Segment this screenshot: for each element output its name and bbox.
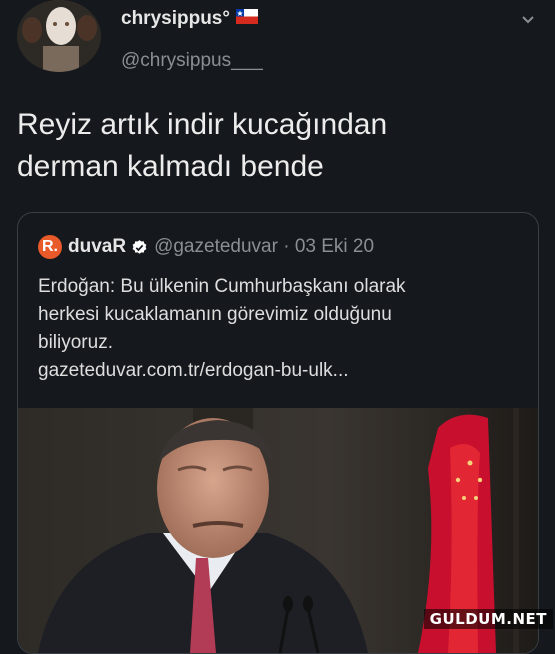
watermark: GULDUM.NET [423, 609, 553, 629]
quoted-text-line: biliyoruz. [38, 332, 113, 353]
quoted-tweet-text: Erdoğan: Bu ülkenin Cumhurbaşkanı olarak… [38, 273, 518, 385]
avatar[interactable] [17, 0, 101, 72]
quoted-handle-date: @gazeteduvar · 03 Eki 20 [154, 236, 375, 257]
quoted-text-line: herkesi kucaklamanın görevimiz olduğunu [38, 304, 392, 325]
tweet-text-line: Reyiz artık indir kucağından [17, 108, 388, 141]
tweet-text: Reyiz artık indir kucağından derman kalm… [17, 104, 537, 188]
quoted-tweet-header: R. duvaR @gazeteduvar · 03 Eki 20 [38, 233, 374, 261]
display-name-text[interactable]: chrysippus° [121, 8, 230, 29]
quoted-display-name: duvaR [68, 236, 127, 257]
chevron-down-icon[interactable] [520, 12, 536, 28]
chile-flag-icon [235, 9, 258, 25]
duvar-logo: R. [38, 235, 62, 259]
display-name[interactable]: chrysippus° [121, 8, 258, 30]
tweet-text-line: derman kalmadı bende [17, 150, 324, 183]
verified-badge-icon [132, 239, 147, 254]
quoted-text-line: Erdoğan: Bu ülkenin Cumhurbaşkanı olarak [38, 276, 406, 297]
user-handle[interactable]: @chrysippus___ [121, 50, 263, 72]
quoted-tweet-card[interactable]: R. duvaR @gazeteduvar · 03 Eki 20 Erdoğa… [17, 212, 539, 654]
quoted-link[interactable]: gazeteduvar.com.tr/erdogan-bu-ulk... [38, 357, 518, 385]
